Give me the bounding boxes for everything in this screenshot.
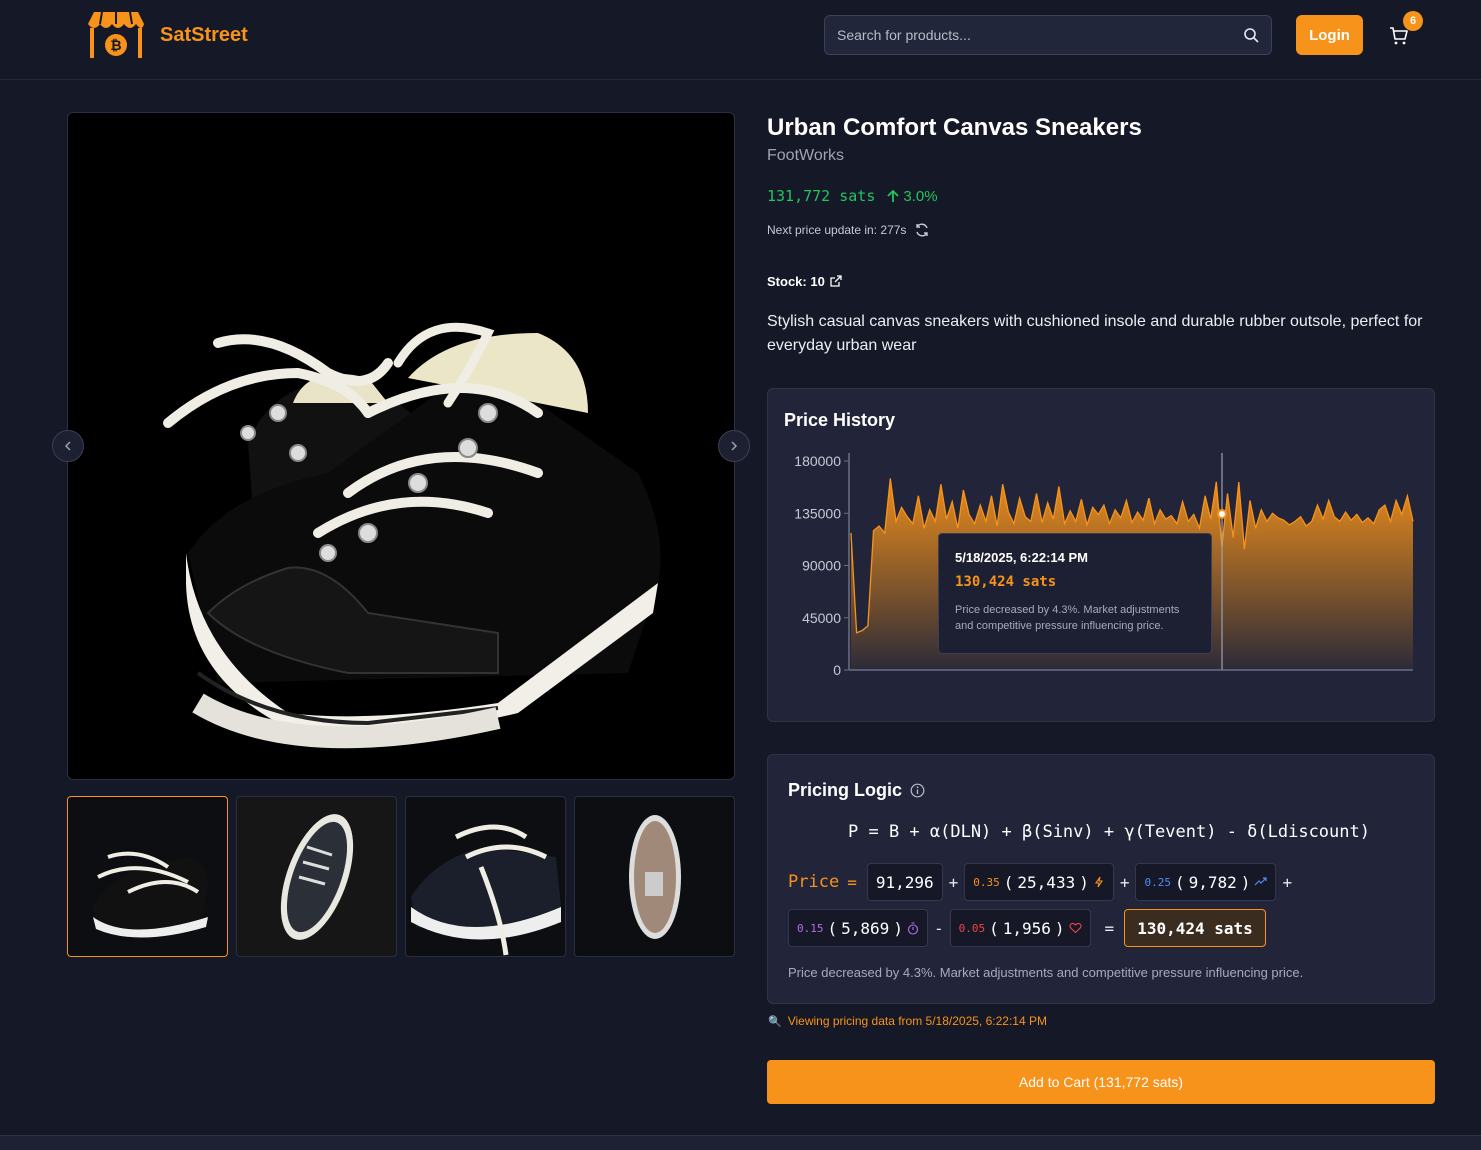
base-price-chip: 91,296: [866, 863, 943, 901]
add-to-cart-button[interactable]: Add to Cart (131,772 sats): [767, 1060, 1435, 1104]
heart-icon: [1068, 922, 1082, 934]
y-tick-label: 180000: [794, 453, 841, 469]
magnifier-emoji: 🔍: [768, 1015, 782, 1028]
chevron-right-icon: [731, 441, 738, 451]
price-history-title: Price History: [784, 410, 896, 430]
viewing-text: Viewing pricing data from 5/18/2025, 6:2…: [787, 1014, 1047, 1028]
search-icon[interactable]: [1243, 27, 1259, 43]
chevron-left-icon: [64, 441, 71, 451]
logo[interactable]: ₿ SatStreet: [86, 10, 248, 60]
product-brand: FootWorks: [767, 147, 845, 164]
term-coefficient: 0.25: [1144, 875, 1171, 889]
term-value: 1,956: [1002, 918, 1051, 938]
tooltip-message: Price decreased by 4.3%. Market adjustme…: [955, 604, 1180, 632]
y-tick-label: 135000: [794, 505, 841, 521]
result-equals: =: [1104, 918, 1115, 938]
thumbnail-sneaker-top: [280, 814, 354, 940]
tooltip-price: 130,424 sats: [955, 574, 1057, 590]
next-image-button[interactable]: [718, 430, 750, 462]
refresh-icon[interactable]: [914, 222, 930, 238]
thumbnail-4[interactable]: [574, 796, 735, 957]
pricing-logic-header: Pricing Logic: [788, 780, 925, 801]
product-title: Urban Comfort Canvas Sneakers: [767, 114, 1142, 141]
y-tick-label: 45000: [802, 610, 841, 626]
next-update-text: Next price update in: 277s: [767, 223, 907, 237]
y-tick-label: 0: [833, 662, 841, 678]
calc-row-2: 0.15 (5,869) - 0.05 (1,956) = 130,424 sa…: [788, 909, 1266, 947]
plus-sign: +: [1119, 872, 1130, 892]
timer-icon: [907, 921, 919, 935]
price-value: 131,772 sats: [767, 187, 876, 205]
term-coefficient: 0.35: [973, 875, 1000, 889]
minus-sign: -: [933, 918, 944, 938]
stock-text: Stock: 10: [767, 274, 825, 289]
term-dln-chip: 0.35 (25,433): [964, 863, 1114, 901]
brand-name: SatStreet: [160, 23, 248, 46]
arrow-up-icon: [887, 189, 900, 202]
term-value: 25,433: [1017, 872, 1076, 892]
external-link-icon[interactable]: [829, 275, 842, 288]
price-change-percent: 3.0%: [903, 187, 938, 205]
plus-sign: +: [948, 872, 959, 892]
product-description: Stylish casual canvas sneakers with cush…: [767, 313, 1423, 354]
thumbnail-1[interactable]: [67, 796, 228, 957]
base-price: 91,296: [875, 872, 934, 892]
term-value: 5,869: [841, 918, 890, 938]
search-bar: [824, 15, 1272, 55]
top-header: ₿ SatStreet Login 6: [0, 0, 1481, 80]
trend-icon: [1255, 877, 1268, 886]
term-value: 9,782: [1188, 872, 1237, 892]
store-logo-icon: ₿: [88, 11, 144, 58]
thumbnail-3[interactable]: [405, 796, 566, 957]
price-label: Price: [788, 872, 840, 892]
main-product-image: [67, 112, 735, 780]
prev-image-button[interactable]: [52, 430, 84, 462]
thumbnail-sneaker-pair: [93, 851, 208, 938]
price-change: 3.0%: [885, 187, 938, 205]
sneaker-image: [163, 322, 661, 749]
plus-sign: +: [1282, 872, 1293, 892]
term-ldiscount-chip: 0.05 (1,956): [949, 909, 1091, 947]
calc-row-1: Price = 91,296 + 0.35 (25,433) + 0.25 (9…: [788, 863, 1298, 901]
term-coefficient: 0.05: [958, 921, 986, 935]
pricing-logic-title: Pricing Logic: [788, 780, 903, 800]
thumbnail-sneaker-sole: [629, 815, 681, 939]
current-price: 131,772 sats 3.0%: [767, 187, 938, 205]
y-tick-label: 90000: [802, 558, 841, 574]
viewing-note: 🔍 Viewing pricing data from 5/18/2025, 6…: [768, 1014, 1047, 1028]
hover-point: [1217, 509, 1227, 519]
pricing-logic-note: Price decreased by 4.3%. Market adjustme…: [788, 965, 1304, 980]
next-price-update: Next price update in: 277s: [767, 222, 930, 238]
tooltip-date: 5/18/2025, 6:22:14 PM: [955, 550, 1088, 565]
term-coefficient: 0.15: [797, 921, 824, 935]
search-input[interactable]: [825, 16, 1271, 54]
term-sinv-chip: 0.25 (9,782): [1135, 863, 1277, 901]
equals-sign: =: [847, 872, 857, 892]
footer: [0, 1135, 1481, 1150]
thumbnail-sneaker-side: [411, 824, 561, 956]
chart-tooltip: 5/18/2025, 6:22:14 PM 130,424 sats Price…: [938, 533, 1212, 654]
bolt-icon: [1094, 876, 1103, 888]
login-button[interactable]: Login: [1296, 15, 1363, 55]
result-price: 130,424 sats: [1124, 909, 1266, 947]
term-tevent-chip: 0.15 (5,869): [788, 909, 928, 947]
svg-text:₿: ₿: [110, 38, 121, 54]
thumbnail-2[interactable]: [236, 796, 397, 957]
pricing-formula: P = B + α(DLN) + β(Sinv) + γ(Tevent) - δ…: [848, 822, 1370, 842]
cart-count-badge: 6: [1403, 11, 1423, 31]
info-icon[interactable]: [910, 783, 925, 798]
stock-info: Stock: 10: [767, 274, 842, 289]
